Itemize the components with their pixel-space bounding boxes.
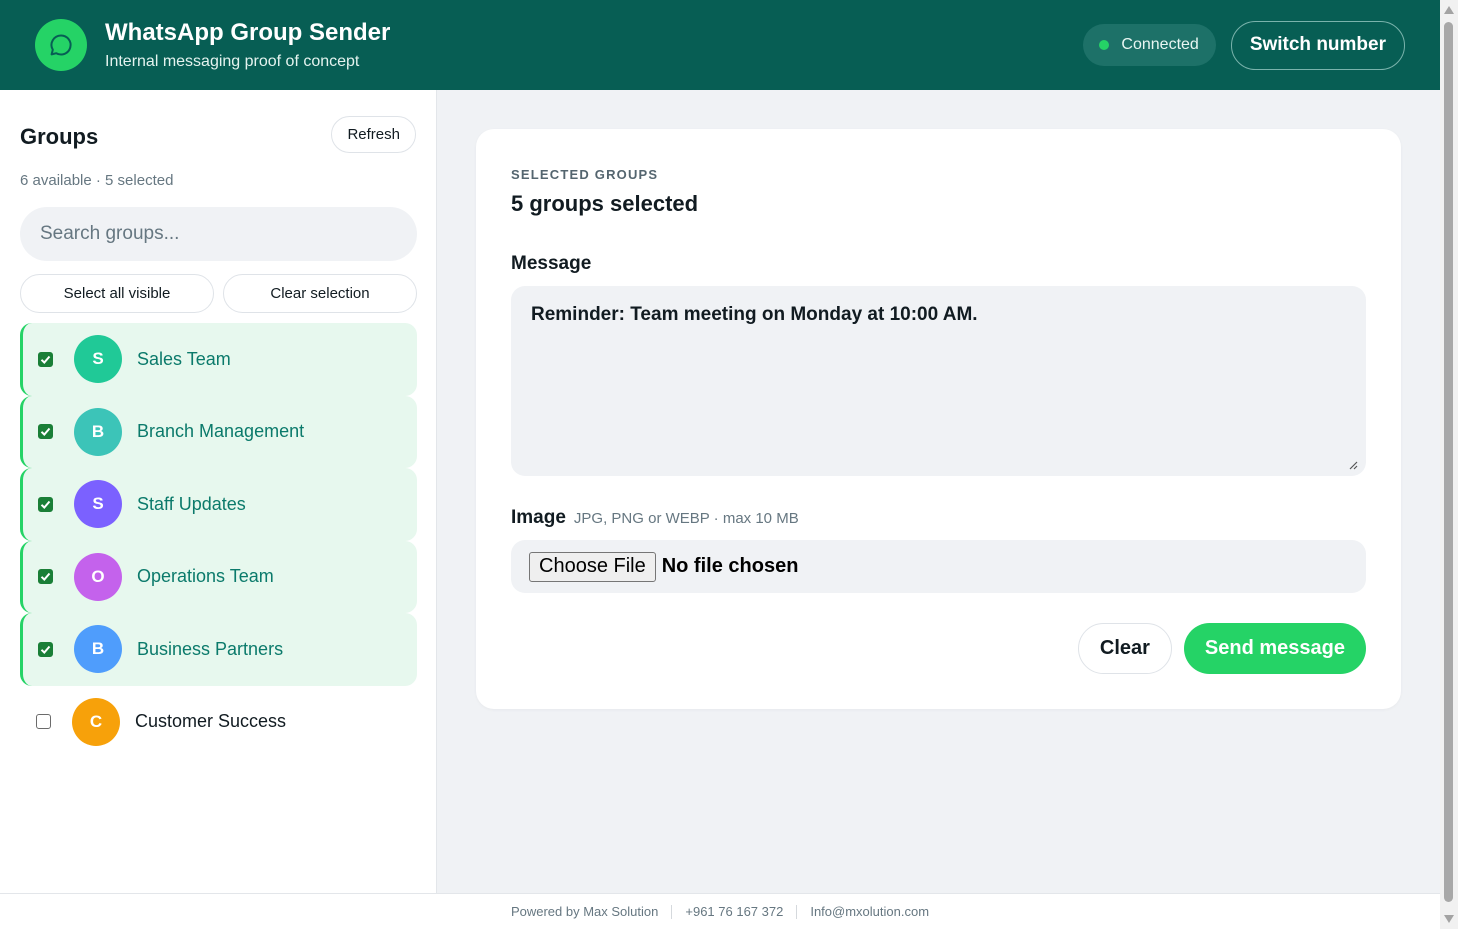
scrollbar-thumb[interactable] — [1444, 22, 1453, 902]
group-avatar: C — [72, 697, 120, 746]
file-input[interactable]: Choose File No file chosen — [511, 540, 1366, 593]
group-avatar: O — [74, 552, 122, 601]
clear-button[interactable]: Clear — [1077, 623, 1172, 674]
group-item[interactable]: B Branch Management — [20, 395, 417, 468]
selected-groups-eyebrow: SELECTED GROUPS — [511, 167, 659, 182]
group-avatar: B — [74, 625, 122, 674]
group-item[interactable]: S Sales Team — [20, 323, 417, 396]
group-name: Sales Team — [137, 348, 231, 369]
app-title: WhatsApp Group Sender — [105, 19, 391, 46]
clear-selection-button[interactable]: Clear selection — [223, 274, 417, 313]
group-avatar: B — [74, 407, 122, 456]
footer-email: Info@mxolution.com — [810, 904, 930, 919]
connection-status-label: Connected — [1121, 36, 1199, 53]
group-checkbox[interactable] — [38, 569, 53, 585]
group-item[interactable]: B Business Partners — [20, 613, 417, 686]
footer-phone: +961 76 167 372 — [685, 904, 784, 919]
image-label-row: Image JPG, PNG or WEBP · max 10 MB — [511, 507, 799, 529]
group-name: Business Partners — [137, 638, 284, 659]
group-item[interactable]: C Customer Success — [20, 686, 417, 759]
app-header: WhatsApp Group Sender Internal messaging… — [0, 0, 1440, 90]
compose-card: SELECTED GROUPS 5 groups selected Messag… — [476, 129, 1401, 709]
group-name: Staff Updates — [137, 493, 246, 514]
scroll-up-icon[interactable] — [1444, 6, 1454, 14]
image-hint: JPG, PNG or WEBP · max 10 MB — [573, 510, 799, 527]
group-avatar: S — [74, 480, 122, 529]
search-groups-input[interactable] — [20, 207, 417, 261]
page-scrollbar[interactable] — [1440, 0, 1458, 929]
image-label: Image — [511, 507, 566, 528]
footer-divider — [671, 904, 673, 919]
group-checkbox[interactable] — [38, 424, 53, 440]
group-item[interactable]: S Staff Updates — [20, 468, 417, 541]
connection-status-badge: Connected — [1083, 24, 1216, 66]
refresh-button[interactable]: Refresh — [331, 116, 416, 153]
message-label: Message — [511, 253, 592, 274]
footer: Powered by Max Solution +961 76 167 372 … — [0, 893, 1440, 929]
groups-title: Groups — [20, 124, 99, 149]
group-name: Operations Team — [137, 566, 274, 587]
switch-number-button[interactable]: Switch number — [1230, 20, 1405, 70]
select-all-visible-button[interactable]: Select all visible — [20, 274, 214, 313]
group-name: Customer Success — [135, 711, 287, 732]
app-subtitle: Internal messaging proof of concept — [105, 53, 360, 70]
group-item[interactable]: O Operations Team — [20, 540, 417, 613]
group-list: S Sales Team B Branch Management S Staff Upda… — [20, 323, 417, 758]
scroll-down-icon[interactable] — [1444, 915, 1454, 923]
group-checkbox[interactable] — [36, 714, 51, 730]
group-checkbox[interactable] — [38, 641, 53, 657]
group-avatar: S — [74, 335, 122, 384]
group-checkbox[interactable] — [38, 496, 53, 512]
resize-handle-icon[interactable] — [1348, 460, 1358, 470]
message-text: Reminder: Team meeting on Monday at 10:0… — [531, 304, 978, 325]
footer-divider — [796, 904, 798, 919]
choose-file-button[interactable]: Choose File — [529, 551, 656, 582]
no-file-text: No file chosen — [661, 555, 799, 577]
send-message-button[interactable]: Send message — [1183, 623, 1366, 674]
chat-bubble-icon — [35, 19, 87, 71]
status-dot-icon — [1099, 40, 1110, 50]
footer-powered-by: Powered by Max Solution — [510, 904, 659, 919]
group-name: Branch Management — [137, 421, 305, 442]
groups-sidebar: Groups Refresh 6 available · 5 selected … — [0, 90, 437, 893]
groups-count: 6 available · 5 selected — [20, 172, 174, 189]
selected-groups-title: 5 groups selected — [511, 191, 699, 216]
group-checkbox[interactable] — [38, 351, 53, 367]
message-textarea[interactable]: Reminder: Team meeting on Monday at 10:0… — [511, 286, 1366, 476]
